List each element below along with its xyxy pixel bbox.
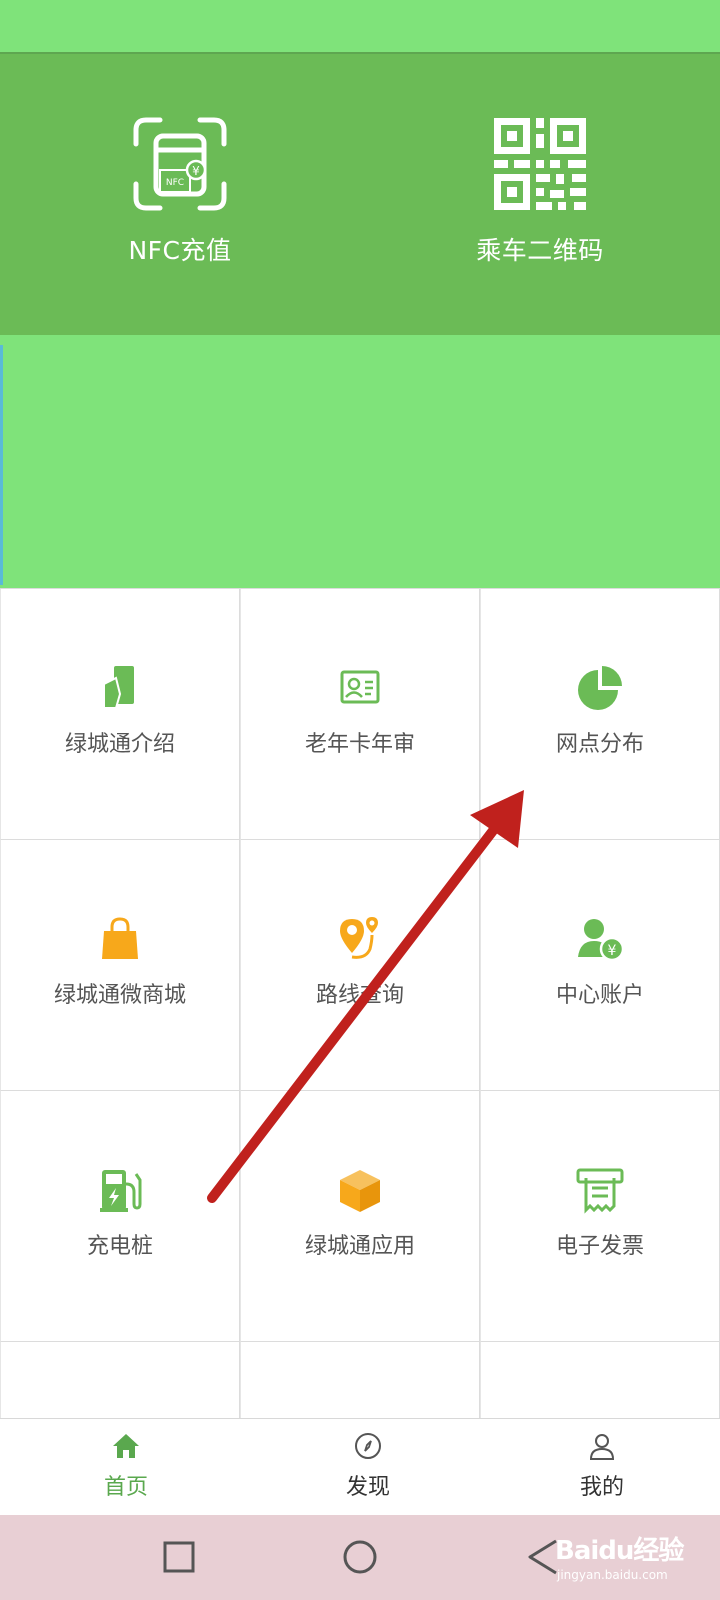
grid-item-outlet-map[interactable]: 网点分布 <box>480 589 720 840</box>
svg-text:¥: ¥ <box>192 164 200 178</box>
baidu-jingyan-watermark: Baidu经验 jingyan.baidu.com <box>555 1530 715 1594</box>
nfc-phone-icon: NFC ¥ <box>133 117 227 211</box>
grid-item-empty[interactable] <box>240 1342 480 1419</box>
nfc-icon-text: NFC <box>166 178 184 188</box>
tab-home-label: 首页 <box>103 1475 148 1500</box>
grid-item-micro-mall[interactable]: 绿城通微商城 <box>0 840 240 1091</box>
nfc-recharge-label: NFC充值 <box>128 236 232 265</box>
tab-mine-label: 我的 <box>579 1475 624 1500</box>
grid-item-label: 充电桩 <box>86 1234 153 1259</box>
box-icon <box>340 1170 380 1212</box>
hero-panel: NFC ¥ NFC充值 乘车二维码 <box>0 54 720 335</box>
bottom-navigation-bar: 首页 发现 我的 <box>0 1418 720 1515</box>
invoice-icon <box>576 1168 624 1214</box>
grid-item-empty[interactable] <box>480 1342 720 1419</box>
grid-item-intro[interactable]: 绿城通介绍 <box>0 589 240 840</box>
grid-item-label: 绿城通微商城 <box>53 983 186 1008</box>
id-card-icon <box>340 670 380 704</box>
top-banner-strip <box>0 0 720 54</box>
tab-mine[interactable]: 我的 <box>522 1431 682 1511</box>
ride-qr-code-button[interactable]: 乘车二维码 <box>420 114 660 284</box>
system-home-button[interactable] <box>338 1535 382 1579</box>
grid-item-center-account[interactable]: ¥ 中心账户 <box>480 840 720 1091</box>
recent-apps-button[interactable] <box>157 1535 201 1579</box>
tab-home[interactable]: 首页 <box>46 1431 206 1511</box>
grid-item-label: 中心账户 <box>555 983 644 1008</box>
service-grid: 绿城通介绍 老年卡年审 网点分布 绿城通微商城 路线查询 ¥ 中心账户 充电桩 … <box>0 588 720 1419</box>
grid-item-applications[interactable]: 绿城通应用 <box>240 1091 480 1342</box>
user-yuan-icon: ¥ <box>578 919 624 962</box>
route-pin-icon <box>340 917 378 959</box>
grid-item-label: 绿城通应用 <box>304 1234 415 1259</box>
app-screen: NFC ¥ NFC充值 乘车二维码 绿城通介绍 老年卡年审 网点分布 绿城通微商… <box>0 0 720 1600</box>
card-hand-icon <box>103 666 134 709</box>
grid-item-label: 绿城通介绍 <box>64 732 175 757</box>
user-icon <box>589 1434 615 1460</box>
home-icon <box>113 1434 139 1458</box>
grid-item-e-invoice[interactable]: 电子发票 <box>480 1091 720 1342</box>
nfc-recharge-button[interactable]: NFC ¥ NFC充值 <box>60 114 300 284</box>
grid-item-route-query[interactable]: 路线查询 <box>240 840 480 1091</box>
pie-chart-icon <box>578 666 622 710</box>
tab-discover-label: 发现 <box>345 1475 390 1500</box>
grid-item-senior-card-review[interactable]: 老年卡年审 <box>240 589 480 840</box>
compass-icon <box>355 1433 381 1459</box>
watermark-url: jingyan.baidu.com <box>557 1568 668 1582</box>
grid-item-label: 网点分布 <box>555 732 644 757</box>
qr-code-icon <box>494 118 586 210</box>
grid-item-label: 路线查询 <box>315 983 404 1008</box>
grid-item-label: 电子发票 <box>555 1234 644 1259</box>
promo-banner[interactable] <box>0 335 720 588</box>
banner-edge-line <box>0 345 3 585</box>
shopping-bag-icon <box>102 917 138 959</box>
grid-item-charging-pile[interactable]: 充电桩 <box>0 1091 240 1342</box>
grid-item-label: 老年卡年审 <box>304 732 415 757</box>
svg-text:¥: ¥ <box>608 943 617 959</box>
charging-pile-icon <box>100 1170 142 1212</box>
watermark-brand: Baidu经验 <box>555 1536 684 1566</box>
grid-item-empty[interactable] <box>0 1342 240 1419</box>
tab-discover[interactable]: 发现 <box>288 1431 448 1511</box>
ride-qr-code-label: 乘车二维码 <box>476 236 604 265</box>
